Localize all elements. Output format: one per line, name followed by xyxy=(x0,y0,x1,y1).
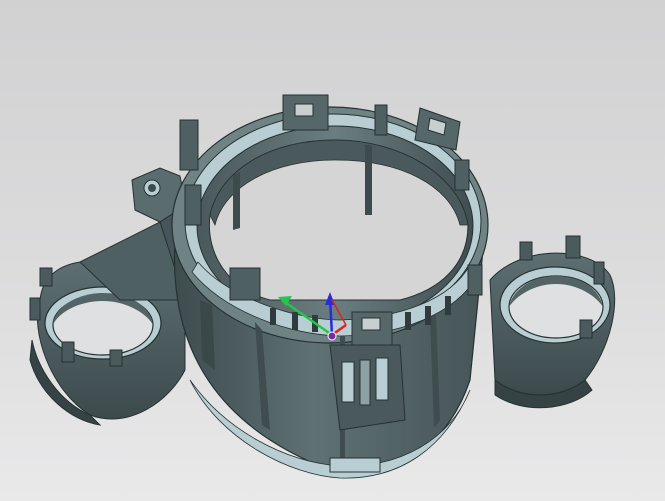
tab-square-front xyxy=(351,311,393,347)
tab-square-left xyxy=(282,94,329,131)
model-canvas[interactable] xyxy=(0,0,665,501)
right-lobe xyxy=(489,235,616,409)
cad-viewport[interactable] xyxy=(0,0,665,501)
